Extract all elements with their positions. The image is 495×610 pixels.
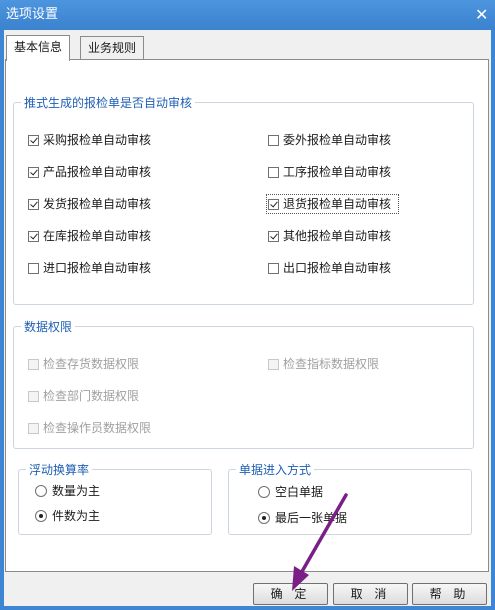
checkbox-box[interactable] bbox=[268, 167, 279, 178]
radio-label: 最后一张单据 bbox=[275, 511, 348, 525]
radio-label: 数量为主 bbox=[52, 484, 101, 498]
checkbox-box bbox=[268, 359, 279, 370]
checkbox-box[interactable] bbox=[268, 135, 279, 146]
checkbox-label: 检查部门数据权限 bbox=[43, 389, 140, 403]
checkbox-box[interactable] bbox=[28, 199, 39, 210]
tab-business-rules[interactable]: 业务规则 bbox=[80, 36, 145, 59]
checkbox-label: 退货报检单自动审核 bbox=[283, 197, 392, 211]
checkbox-box[interactable] bbox=[28, 167, 39, 178]
checkbox-box[interactable] bbox=[268, 263, 279, 274]
checkbox-label: 采购报检单自动审核 bbox=[43, 133, 152, 147]
checkbox-inventory-permission: 检查存货数据权限 bbox=[28, 356, 139, 372]
radio-label: 空白单据 bbox=[275, 485, 324, 499]
float-rate-legend: 浮动换算率 bbox=[29, 463, 90, 477]
checkbox-label: 委外报检单自动审核 bbox=[283, 133, 392, 147]
checkbox-purchase-review[interactable]: 采购报检单自动审核 bbox=[28, 132, 151, 148]
radio-label: 件数为主 bbox=[52, 509, 101, 523]
checkbox-label: 其他报检单自动审核 bbox=[283, 229, 392, 243]
tab-bar: 基本信息 业务规则 bbox=[4, 35, 491, 61]
checkbox-import-review[interactable]: 进口报检单自动审核 bbox=[28, 260, 151, 276]
window-title: 选项设置 bbox=[6, 7, 59, 22]
cancel-button[interactable]: 取 消 bbox=[333, 583, 408, 605]
checkbox-export-review[interactable]: 出口报检单自动审核 bbox=[268, 260, 391, 276]
checkbox-label: 工序报检单自动审核 bbox=[283, 165, 392, 179]
checkbox-label: 出口报检单自动审核 bbox=[283, 261, 392, 275]
checkbox-other-review[interactable]: 其他报检单自动审核 bbox=[268, 228, 391, 244]
checkbox-outsource-review[interactable]: 委外报检单自动审核 bbox=[268, 132, 391, 148]
checkbox-box[interactable] bbox=[28, 231, 39, 242]
tab-basic-info[interactable]: 基本信息 bbox=[6, 35, 71, 61]
checkbox-box[interactable] bbox=[268, 231, 279, 242]
checkbox-stock-review[interactable]: 在库报检单自动审核 bbox=[28, 228, 151, 244]
title-bar: 选项设置 ✕ bbox=[0, 0, 495, 30]
help-button[interactable]: 帮 助 bbox=[412, 583, 487, 605]
checkbox-department-permission: 检查部门数据权限 bbox=[28, 388, 139, 404]
radio-blank-document[interactable]: 空白单据 bbox=[258, 484, 323, 500]
checkbox-indicator-permission: 检查指标数据权限 bbox=[268, 356, 379, 372]
radio-circle[interactable] bbox=[258, 486, 270, 498]
radio-circle[interactable] bbox=[258, 512, 270, 524]
radio-circle[interactable] bbox=[35, 485, 47, 497]
checkbox-product-review[interactable]: 产品报检单自动审核 bbox=[28, 164, 151, 180]
checkbox-box bbox=[28, 391, 39, 402]
auto-review-legend: 推式生成的报检单是否自动审核 bbox=[24, 96, 193, 110]
checkbox-box[interactable] bbox=[28, 135, 39, 146]
checkbox-label: 产品报检单自动审核 bbox=[43, 165, 152, 179]
radio-last-document[interactable]: 最后一张单据 bbox=[258, 510, 347, 526]
checkbox-box[interactable] bbox=[28, 263, 39, 274]
entry-mode-legend: 单据进入方式 bbox=[239, 463, 312, 477]
radio-circle[interactable] bbox=[35, 510, 47, 522]
checkbox-box bbox=[28, 423, 39, 434]
checkbox-label: 在库报检单自动审核 bbox=[43, 229, 152, 243]
checkbox-label: 发货报检单自动审核 bbox=[43, 197, 152, 211]
dialog-client: 基本信息 业务规则 推式生成的报检单是否自动审核 采购报检单自动审核 委外报检单… bbox=[4, 30, 491, 606]
ok-button[interactable]: 确 定 bbox=[253, 583, 328, 605]
checkbox-label: 检查存货数据权限 bbox=[43, 357, 140, 371]
checkbox-return-review[interactable]: 退货报检单自动审核 bbox=[265, 194, 400, 214]
checkbox-operator-permission: 检查操作员数据权限 bbox=[28, 420, 151, 436]
checkbox-box bbox=[28, 359, 39, 370]
data-permission-legend: 数据权限 bbox=[24, 320, 73, 334]
tab-panel-basic-info: 推式生成的报检单是否自动审核 采购报检单自动审核 委外报检单自动审核 产品报检单… bbox=[5, 59, 489, 572]
checkbox-shipment-review[interactable]: 发货报检单自动审核 bbox=[28, 196, 151, 212]
radio-pieces-primary[interactable]: 件数为主 bbox=[35, 508, 100, 524]
checkbox-process-review[interactable]: 工序报检单自动审核 bbox=[268, 164, 391, 180]
checkbox-label: 检查操作员数据权限 bbox=[43, 421, 152, 435]
checkbox-label: 进口报检单自动审核 bbox=[43, 261, 152, 275]
radio-quantity-primary[interactable]: 数量为主 bbox=[35, 483, 100, 499]
checkbox-box[interactable] bbox=[268, 199, 279, 210]
close-icon[interactable]: ✕ bbox=[469, 6, 488, 24]
checkbox-label: 检查指标数据权限 bbox=[283, 357, 380, 371]
